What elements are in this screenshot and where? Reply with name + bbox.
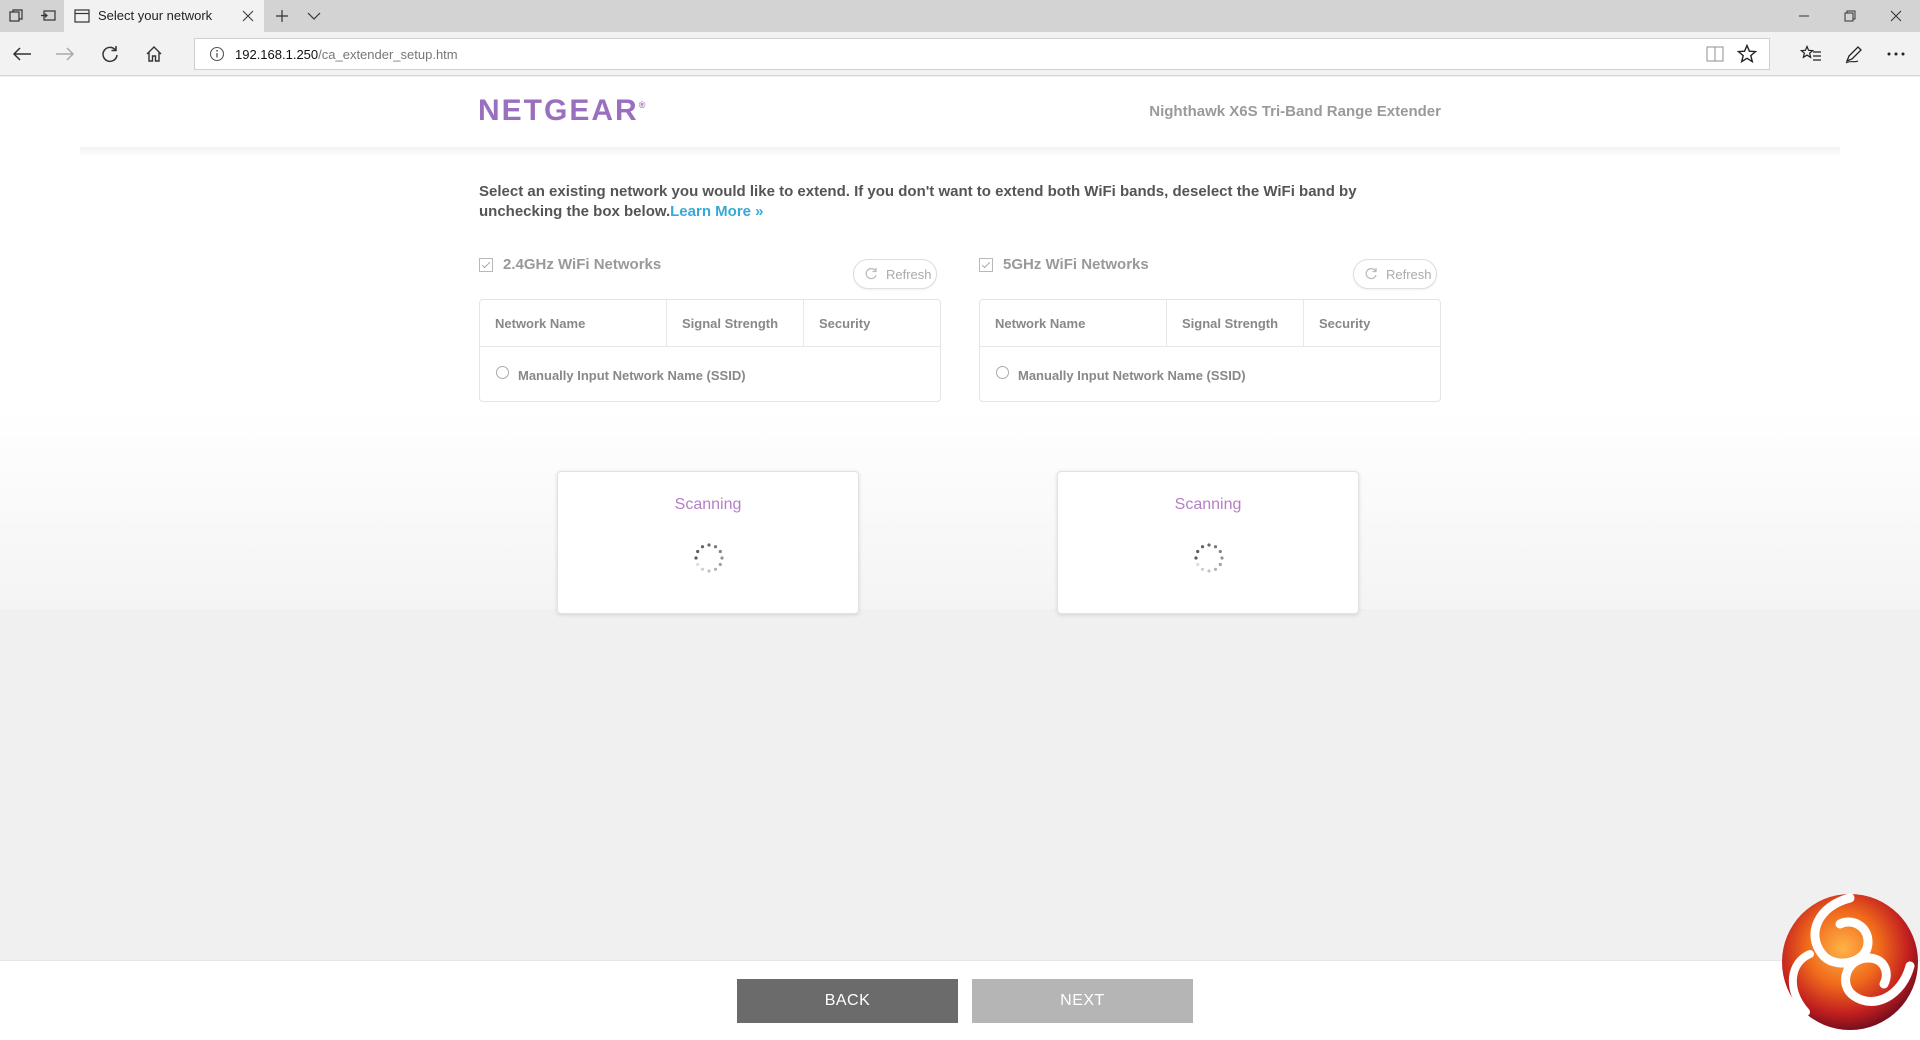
page-icon — [72, 6, 92, 26]
band-24-label: 2.4GHz WiFi Networks — [503, 256, 662, 273]
netgear-logo: NETGEAR® — [478, 94, 645, 128]
home-icon[interactable] — [140, 40, 168, 68]
band-5-manual-radio[interactable] — [996, 366, 1009, 379]
browser-tab-bar: Select your network — [0, 0, 1920, 32]
logo-text: NETGEAR — [478, 94, 639, 127]
active-tab[interactable]: Select your network — [64, 0, 264, 32]
scanning-title: Scanning — [674, 496, 742, 513]
column-label: Signal Strength — [682, 316, 779, 331]
band-5-header: 5GHz WiFi Networks — [979, 255, 1239, 285]
band-24-checkbox[interactable] — [479, 258, 493, 272]
browser-nav-bar: 192.168.1.250/ca_extender_setup.htm — [0, 32, 1920, 76]
forward-arrow-icon[interactable] — [51, 40, 79, 68]
product-name: Nighthawk X6S Tri-Band Range Extender — [1149, 103, 1441, 120]
column-label: Signal Strength — [1182, 316, 1279, 331]
refresh-label: Refresh — [1386, 267, 1432, 282]
scanning-title: Scanning — [1174, 496, 1242, 513]
spinner-icon — [694, 543, 724, 573]
address-path: /ca_extender_setup.htm — [318, 47, 458, 62]
next-button[interactable]: NEXT — [972, 979, 1193, 1023]
band-24-network-table: Network Name Signal Strength Security Ma… — [479, 299, 941, 402]
column-header-network-name[interactable]: Network Name — [980, 300, 1166, 347]
logo-mark: ® — [638, 100, 646, 110]
address-bar[interactable]: 192.168.1.250/ca_extender_setup.htm — [194, 38, 1770, 70]
set-aside-tabs-icon[interactable] — [38, 6, 58, 26]
refresh-icon — [865, 267, 877, 280]
band-5-label: 5GHz WiFi Networks — [1003, 256, 1149, 273]
band-5-refresh-button[interactable]: Refresh — [1353, 259, 1437, 289]
close-icon[interactable] — [238, 6, 258, 26]
favorites-hub-icon[interactable] — [1797, 40, 1825, 68]
column-header-signal-strength[interactable]: Signal Strength — [666, 300, 803, 347]
pen-icon[interactable] — [1840, 40, 1868, 68]
back-arrow-icon[interactable] — [8, 40, 36, 68]
column-header-network-name[interactable]: Network Name — [480, 300, 666, 347]
intro-text: Select an existing network you would lik… — [479, 182, 1379, 222]
column-header-security[interactable]: Security — [803, 300, 940, 347]
intro-body: Select an existing network you would lik… — [479, 183, 1357, 220]
restore-icon[interactable] — [1830, 4, 1870, 28]
address-text: 192.168.1.250/ca_extender_setup.htm — [235, 47, 458, 62]
spinner-icon — [1194, 543, 1224, 573]
site-watermark-logo — [1782, 893, 1918, 1030]
column-header-security[interactable]: Security — [1303, 300, 1440, 347]
band-5-network-table: Network Name Signal Strength Security Ma… — [979, 299, 1441, 402]
column-label: Network Name — [995, 316, 1086, 331]
info-icon[interactable] — [203, 40, 231, 68]
tab-manager-icon[interactable] — [6, 6, 26, 26]
footer-bar: BACK NEXT — [0, 960, 1920, 1040]
band-24-manual-radio[interactable] — [496, 366, 509, 379]
reload-icon[interactable] — [96, 40, 124, 68]
close-window-icon[interactable] — [1876, 4, 1916, 28]
tab-title: Select your network — [98, 8, 213, 23]
band-24-refresh-button[interactable]: Refresh — [853, 259, 937, 289]
reading-view-icon[interactable] — [1701, 40, 1729, 68]
column-label: Security — [1319, 316, 1371, 331]
band-24-header: 2.4GHz WiFi Networks — [479, 255, 739, 285]
chevron-down-icon[interactable] — [304, 6, 324, 26]
header-divider — [80, 147, 1840, 157]
column-header-signal-strength[interactable]: Signal Strength — [1166, 300, 1303, 347]
favorite-star-icon[interactable] — [1733, 40, 1761, 68]
band-5-manual-label[interactable]: Manually Input Network Name (SSID) — [1018, 368, 1246, 383]
more-icon[interactable] — [1882, 40, 1910, 68]
band-24-scanning-dialog: Scanning — [557, 471, 859, 614]
setup-page: NETGEAR® Nighthawk X6S Tri-Band Range Ex… — [0, 77, 1920, 1040]
column-label: Network Name — [495, 316, 586, 331]
band-24-manual-label[interactable]: Manually Input Network Name (SSID) — [518, 368, 746, 383]
band-5-checkbox[interactable] — [979, 258, 993, 272]
minimize-icon[interactable] — [1784, 4, 1824, 28]
learn-more-link[interactable]: Learn More » — [670, 203, 763, 220]
back-button[interactable]: BACK — [737, 979, 958, 1023]
address-host: 192.168.1.250 — [235, 47, 319, 62]
band-5-scanning-dialog: Scanning — [1057, 471, 1359, 614]
column-label: Security — [819, 316, 871, 331]
refresh-label: Refresh — [886, 267, 932, 282]
new-tab-icon[interactable] — [272, 6, 292, 26]
refresh-icon — [1365, 267, 1377, 280]
